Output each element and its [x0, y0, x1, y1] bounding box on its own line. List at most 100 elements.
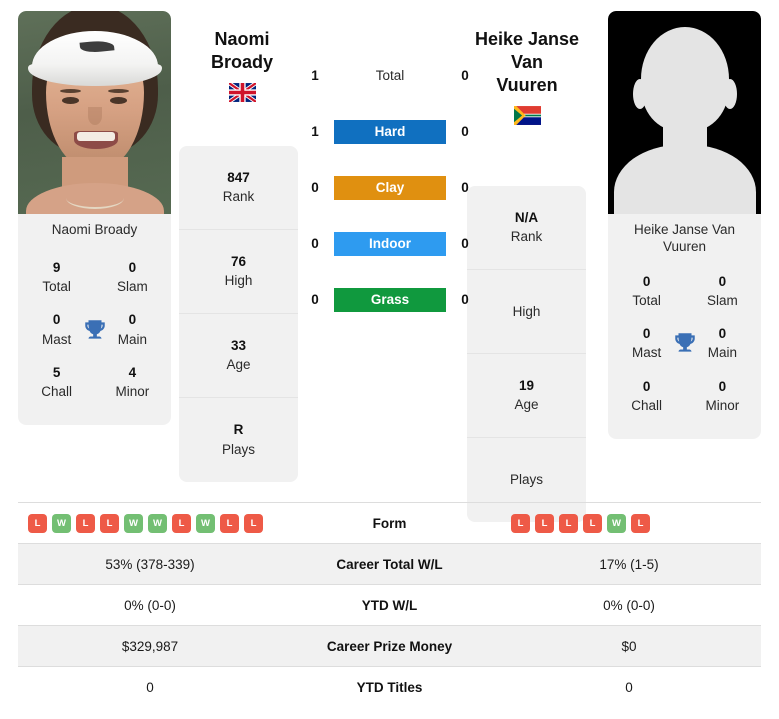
player-photo-right: [608, 11, 761, 214]
player-name-left: Naomi Broady: [176, 28, 308, 74]
stat-label-form: Form: [372, 515, 407, 531]
surface-score-left: 1: [311, 68, 319, 83]
stat-value-right: $0: [621, 638, 637, 654]
stat-label-ytd-titles: YTD Titles: [356, 679, 423, 695]
stat-row-ytd-titles: 0 YTD Titles 0: [18, 666, 761, 707]
stat-row-form: LWLLWWLWLL Form LLLLWL: [18, 502, 761, 543]
surface-score-right: 0: [461, 180, 469, 195]
form-badge-w: W: [148, 513, 167, 533]
info-label: Plays: [509, 472, 543, 488]
form-cell-left: LWLLWWLWLL: [18, 513, 282, 533]
stat-value-right: 0: [625, 679, 633, 695]
title-stat-main: 0 Main: [698, 324, 747, 362]
za-flag-icon: [513, 106, 541, 126]
stat-label-career-prize-money: Career Prize Money: [326, 638, 453, 654]
title-label: Main: [707, 345, 737, 361]
surface-bar-hard[interactable]: Hard: [334, 119, 446, 144]
title-value: 0: [718, 378, 727, 394]
title-label: Chall: [41, 384, 73, 400]
title-stat-slam: 0 Slam: [108, 258, 157, 296]
titles-row: 0 Total 0 Slam: [612, 266, 757, 318]
title-label: Mast: [632, 345, 662, 361]
info-value: 76: [230, 253, 247, 269]
info-cell-rank: 847 Rank: [179, 146, 298, 230]
trophy-icon: [81, 317, 107, 343]
surface-score-left: 0: [311, 180, 319, 195]
info-value: R: [233, 422, 244, 438]
surface-label-total: Total: [375, 68, 405, 83]
title-label: Chall: [631, 397, 663, 413]
info-label: Age: [226, 357, 251, 373]
titles-row: 0 Mast 0 Main: [612, 318, 757, 370]
title-stat-total: 0 Total: [622, 272, 671, 310]
player-photo-left: [18, 11, 171, 214]
title-stat-mast: 0 Mast: [622, 324, 671, 362]
stat-row-career-total-wl: 53% (378-339) Career Total W/L 17% (1-5): [18, 543, 761, 584]
title-value: 5: [52, 364, 61, 380]
title-value: 0: [642, 326, 651, 342]
player-card-left[interactable]: Naomi Broady 9 Total 0 Slam 0 Mast 0 Mai…: [18, 11, 171, 426]
title-value: 0: [718, 326, 727, 342]
info-cell-age: 19 Age: [467, 354, 586, 438]
player-name-right: Heike Janse Van Vuuren: [461, 28, 593, 97]
surface-bar-clay[interactable]: Clay: [334, 175, 446, 200]
surface-row-total: 1 Total 0: [305, 60, 475, 91]
titles-block-right: 0 Total 0 Slam 0 Mast 0 Main 0 Chall 0 M…: [608, 261, 761, 440]
name-line-2: Vuuren: [496, 75, 558, 96]
title-value: 0: [128, 312, 137, 328]
stat-value-right: 17% (1-5): [599, 556, 659, 572]
title-value: 0: [718, 273, 727, 289]
form-badge-l: L: [220, 513, 239, 533]
info-cell-high: High: [467, 270, 586, 354]
title-label: Minor: [115, 384, 150, 400]
form-badge-l: L: [631, 513, 650, 533]
title-value: 4: [128, 364, 137, 380]
info-value: 33: [230, 337, 247, 353]
title-label: Minor: [705, 397, 740, 413]
stat-label-ytd-wl: YTD W/L: [361, 597, 418, 613]
surface-bar-grass[interactable]: Grass: [334, 287, 446, 312]
title-label: Slam: [706, 293, 738, 308]
stat-value-right: 0% (0-0): [603, 597, 655, 613]
titles-row: 5 Chall 4 Minor: [22, 357, 167, 409]
form-badge-l: L: [100, 513, 119, 533]
info-value: N/A: [514, 209, 539, 225]
stat-label-career-total-wl: Career Total W/L: [336, 556, 443, 572]
title-stat-minor: 4 Minor: [108, 363, 157, 401]
titles-block-left: 9 Total 0 Slam 0 Mast 0 Main 5 Chall 4 M…: [18, 248, 171, 426]
info-cell-high: 76 High: [179, 230, 298, 314]
stat-value-left: $329,987: [121, 638, 179, 654]
info-panel-right: N/A Rank High 19 Age Plays: [467, 186, 586, 522]
info-label: Age: [514, 397, 539, 413]
form-badge-l: L: [172, 513, 191, 533]
player-photo-caption-right: Heike Janse Van Vuuren: [608, 214, 761, 262]
surface-row-hard: 1 Hard 0: [305, 116, 475, 147]
player-comparison-area: Naomi Broady 9 Total 0 Slam 0 Mast 0 Mai…: [0, 0, 779, 522]
title-value: 0: [128, 260, 137, 275]
info-cell-rank: N/A Rank: [467, 186, 586, 270]
caption-line-2: Vuuren: [662, 238, 707, 254]
name-line-2: Broady: [210, 52, 273, 73]
form-badge-l: L: [28, 513, 47, 533]
form-badge-w: W: [607, 513, 626, 533]
player-name-block-left: Naomi Broady: [176, 28, 308, 103]
title-stat-mast: 0 Mast: [32, 310, 81, 348]
form-badge-w: W: [196, 513, 215, 533]
form-badges-right: LLLLWL: [497, 513, 761, 533]
titles-row: 0 Mast 0 Main: [22, 304, 167, 356]
stat-value-left: 0% (0-0): [124, 597, 176, 613]
form-cell-right: LLLLWL: [497, 513, 761, 533]
info-value: 19: [518, 377, 535, 393]
title-label: Main: [117, 331, 147, 347]
form-badge-l: L: [583, 513, 602, 533]
info-cell-plays: R Plays: [179, 398, 298, 482]
player-card-right[interactable]: Heike Janse Van Vuuren 0 Total 0 Slam 0 …: [608, 11, 761, 440]
name-line-1: Naomi: [214, 29, 270, 49]
info-panel-left: 847 Rank 76 High 33 Age R Plays: [179, 146, 298, 482]
surface-bar-indoor[interactable]: Indoor: [334, 231, 446, 256]
name-line-1: Heike Janse Van: [474, 29, 580, 73]
form-badges-left: LWLLWWLWLL: [18, 513, 282, 533]
caption-line-1: Heike Janse Van: [633, 222, 736, 237]
info-label: Plays: [221, 441, 255, 457]
surface-score-right: 0: [461, 124, 469, 139]
